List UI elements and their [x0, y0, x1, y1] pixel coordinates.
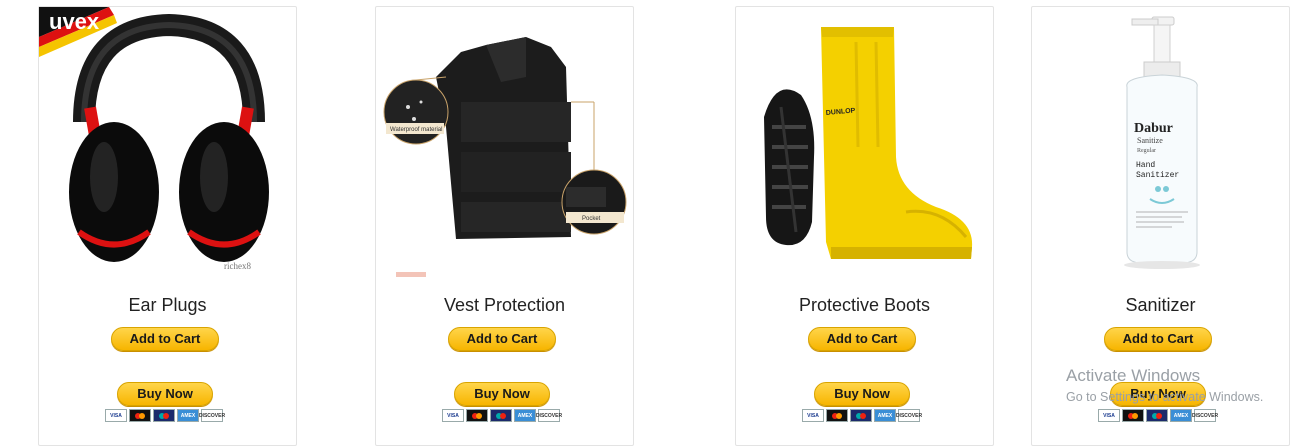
visa-icon: VISA — [1098, 409, 1120, 422]
product-card-vest-protection: Waterproof material Pocket Vest Protecti… — [375, 6, 634, 446]
product-image-vest[interactable]: Waterproof material Pocket — [376, 7, 633, 277]
product-image-sanitizer[interactable]: Dabur Sanitize Regular Hand Sanitizer — [1032, 7, 1289, 277]
amex-icon: AMEX — [514, 409, 536, 422]
callout-right-text: Pocket — [582, 216, 601, 222]
add-to-cart-button[interactable]: Add to Cart — [111, 327, 219, 351]
amex-icon: AMEX — [874, 409, 896, 422]
add-to-cart-button[interactable]: Add to Cart — [1104, 327, 1212, 351]
add-to-cart-button[interactable]: Add to Cart — [448, 327, 556, 351]
discover-icon: DISCOVER — [1192, 409, 1218, 422]
boot-image: DUNLOP — [764, 27, 973, 259]
payment-icons: VISA AMEX DISCOVER — [105, 409, 225, 423]
payment-icons: VISA AMEX DISCOVER — [802, 409, 922, 423]
maestro-icon — [1146, 409, 1168, 422]
product-title: Sanitizer — [1125, 295, 1196, 315]
buy-now-button[interactable]: Buy Now — [454, 382, 550, 406]
maestro-icon — [490, 409, 512, 422]
maestro-icon — [153, 409, 175, 422]
bottle-line-2: Regular — [1137, 148, 1156, 154]
product-card-ear-plugs: uvex richex8 Ear Plugs Add to Cart Buy N… — [38, 6, 297, 446]
bottle-line-1: Sanitize — [1137, 136, 1163, 145]
discover-icon: DISCOVER — [536, 409, 562, 422]
brand-logo-text: uvex — [49, 9, 100, 34]
product-title: Ear Plugs — [128, 295, 207, 315]
mastercard-icon — [129, 409, 151, 422]
add-to-cart-button[interactable]: Add to Cart — [808, 327, 916, 351]
activate-windows-watermark: Activate Windows — [1066, 366, 1201, 385]
visa-icon: VISA — [442, 409, 464, 422]
product-title: Protective Boots — [798, 295, 931, 315]
mastercard-icon — [826, 409, 848, 422]
visa-icon: VISA — [802, 409, 824, 422]
product-card-protective-boots: DUNLOP Protective Boots Add to Cart Buy … — [735, 6, 994, 446]
bottle-line-4: Sanitizer — [1136, 171, 1179, 180]
sanitizer-bottle-image: Dabur Sanitize Regular Hand Sanitizer — [1124, 16, 1200, 269]
activate-windows-subtitle: Go to Settings to activate Windows. — [1066, 390, 1264, 404]
bottle-brand: Dabur — [1134, 121, 1173, 136]
callout-left-text: Waterproof material — [390, 127, 442, 133]
amex-icon: AMEX — [177, 409, 199, 422]
product-image-ear-plugs[interactable]: uvex richex8 — [39, 7, 296, 277]
buy-now-button[interactable]: Buy Now — [814, 382, 910, 406]
discover-icon: DISCOVER — [199, 409, 225, 422]
image-caption: richex8 — [224, 261, 251, 271]
bottle-line-3: Hand — [1136, 161, 1155, 170]
earmuff-image: uvex richex8 — [39, 7, 269, 271]
payment-icons: VISA AMEX DISCOVER — [442, 409, 562, 423]
amex-icon: AMEX — [1170, 409, 1192, 422]
product-image-boots[interactable]: DUNLOP — [736, 7, 993, 277]
mastercard-icon — [466, 409, 488, 422]
maestro-icon — [850, 409, 872, 422]
product-title: Vest Protection — [443, 295, 566, 315]
mastercard-icon — [1122, 409, 1144, 422]
buy-now-button[interactable]: Buy Now — [117, 382, 213, 406]
payment-icons: VISA AMEX DISCOVER — [1098, 409, 1218, 423]
visa-icon: VISA — [105, 409, 127, 422]
discover-icon: DISCOVER — [896, 409, 922, 422]
vest-image: Waterproof material Pocket — [383, 37, 627, 277]
